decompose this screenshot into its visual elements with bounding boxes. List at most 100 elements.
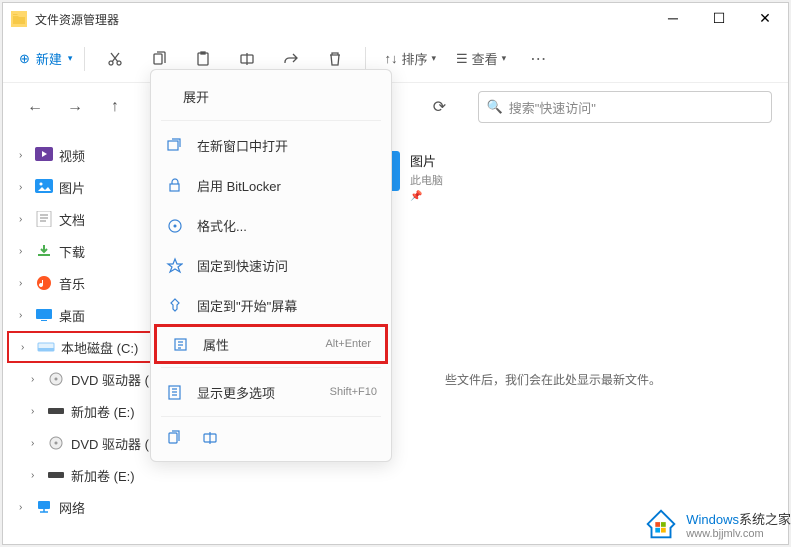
maximize-button[interactable]: ☐ xyxy=(696,3,742,33)
chevron-right-icon: › xyxy=(19,214,29,225)
sidebar-label: 音乐 xyxy=(59,274,85,293)
picture-icon xyxy=(35,179,53,195)
sidebar-label: DVD 驱动器 ( xyxy=(71,370,149,389)
separator xyxy=(161,367,381,368)
toolbar: ⊕ 新建 ▾ ↑↓ 排序 ▾ ☰ 查看 ▾ ⋯ xyxy=(3,35,788,83)
copy-icon[interactable] xyxy=(165,429,183,447)
chevron-right-icon: › xyxy=(19,310,29,321)
more-button[interactable]: ⋯ xyxy=(520,41,556,77)
doc-icon xyxy=(35,211,53,227)
ctx-item-star[interactable]: 固定到快速访问 xyxy=(151,245,391,285)
star-icon xyxy=(165,256,183,274)
context-menu: 展开在新窗口中打开启用 BitLocker 格式化... 固定到快速访问固定到"开始… xyxy=(150,69,392,462)
pin-icon: 📌 xyxy=(410,191,443,202)
sidebar-label: 本地磁盘 (C:) xyxy=(61,338,138,357)
sidebar-label: 新加卷 (E:) xyxy=(71,402,135,421)
dvd-icon xyxy=(47,371,65,387)
dvd-icon xyxy=(47,435,65,451)
music-icon xyxy=(35,275,53,291)
separator xyxy=(161,416,381,417)
view-icon: ☰ xyxy=(456,51,468,67)
open-new-icon xyxy=(165,136,183,154)
folder-name: 图片 xyxy=(410,151,443,170)
disk-icon xyxy=(37,339,55,355)
cut-button[interactable] xyxy=(97,41,133,77)
plus-icon: ⊕ xyxy=(19,51,30,67)
more-icon xyxy=(165,383,183,401)
rename-icon[interactable] xyxy=(201,429,219,447)
view-button[interactable]: ☰ 查看 ▾ xyxy=(450,49,512,68)
chevron-right-icon: › xyxy=(31,374,41,385)
folder-sub: 此电脑 xyxy=(410,172,443,188)
sidebar-item-11[interactable]: › 网络 xyxy=(7,491,183,523)
chevron-down-icon: ▾ xyxy=(68,53,73,64)
sort-button[interactable]: ↑↓ 排序 ▾ xyxy=(378,49,442,68)
download-icon xyxy=(35,243,53,259)
chevron-right-icon: › xyxy=(19,502,29,513)
window-controls: ─ ☐ ✕ xyxy=(650,3,788,33)
props-icon xyxy=(171,335,189,353)
chevron-right-icon: › xyxy=(21,342,31,353)
chevron-right-icon: › xyxy=(31,406,41,417)
titlebar: 文件资源管理器 ─ ☐ ✕ xyxy=(3,3,788,35)
ctx-label: 显示更多选项 xyxy=(197,383,275,402)
chevron-right-icon: › xyxy=(31,438,41,449)
video-icon xyxy=(35,147,53,163)
back-button[interactable]: ← xyxy=(19,91,51,123)
disk2-icon xyxy=(47,403,65,419)
app-icon xyxy=(11,11,27,27)
sidebar-label: 桌面 xyxy=(59,306,85,325)
separator xyxy=(84,47,85,71)
format-icon xyxy=(165,216,183,234)
sidebar-label: 视频 xyxy=(59,146,85,165)
ctx-item-more[interactable]: 显示更多选项 Shift+F10 xyxy=(151,372,391,412)
ctx-item-expand[interactable]: 展开 xyxy=(151,76,391,116)
watermark: Windows系统之家 www.bjjmlv.com xyxy=(642,505,791,543)
close-button[interactable]: ✕ xyxy=(742,3,788,33)
explorer-window: 文件资源管理器 ─ ☐ ✕ ⊕ 新建 ▾ ↑↓ 排序 ▾ ☰ 查看 ▾ ⋯ xyxy=(2,2,789,545)
windows-logo-icon xyxy=(642,505,680,543)
refresh-button[interactable]: ⟳ xyxy=(424,91,456,123)
sidebar-label: 文档 xyxy=(59,210,85,229)
separator xyxy=(161,120,381,121)
ctx-item-lock[interactable]: 启用 BitLocker xyxy=(151,165,391,205)
sort-icon: ↑↓ xyxy=(384,51,397,66)
ctx-item-props[interactable]: 属性 Alt+Enter xyxy=(154,324,388,364)
separator xyxy=(365,47,366,71)
ctx-label: 属性 xyxy=(203,335,229,354)
up-button[interactable]: ↑ xyxy=(99,91,131,123)
forward-button[interactable]: → xyxy=(59,91,91,123)
network-icon xyxy=(35,499,53,515)
ctx-item-pin[interactable]: 固定到"开始"屏幕 xyxy=(151,285,391,325)
empty-hint: 些文件后，我们会在此处显示最新文件。 xyxy=(445,371,661,388)
sidebar-label: 新加卷 (E:) xyxy=(71,466,135,485)
pin-icon xyxy=(165,296,183,314)
search-icon: 🔍 xyxy=(487,99,503,115)
lock-icon xyxy=(165,176,183,194)
navbar: ← → ↑ ⟳ 🔍 搜索"快速访问" xyxy=(3,83,788,131)
ctx-label: 固定到快速访问 xyxy=(197,256,288,275)
ctx-shortcut: Shift+F10 xyxy=(330,386,377,398)
minimize-button[interactable]: ─ xyxy=(650,3,696,33)
sidebar-label: 图片 xyxy=(59,178,85,197)
chevron-right-icon: › xyxy=(31,470,41,481)
chevron-right-icon: › xyxy=(19,278,29,289)
ctx-label: 格式化... xyxy=(197,216,247,235)
chevron-right-icon: › xyxy=(19,246,29,257)
sidebar-item-10[interactable]: › 新加卷 (E:) xyxy=(7,459,183,491)
ctx-item-format[interactable]: 格式化... xyxy=(151,205,391,245)
ctx-label: 在新窗口中打开 xyxy=(197,136,288,155)
chevron-right-icon: › xyxy=(19,150,29,161)
ctx-label: 展开 xyxy=(183,87,209,106)
desktop-icon xyxy=(35,307,53,323)
ctx-shortcut: Alt+Enter xyxy=(325,338,371,350)
ctx-bottom-row xyxy=(151,421,391,455)
sidebar-label: 下载 xyxy=(59,242,85,261)
search-input[interactable]: 🔍 搜索"快速访问" xyxy=(478,91,773,123)
ctx-item-open-new[interactable]: 在新窗口中打开 xyxy=(151,125,391,165)
chevron-right-icon: › xyxy=(19,182,29,193)
new-button[interactable]: ⊕ 新建 ▾ xyxy=(19,49,72,68)
ctx-label: 启用 BitLocker xyxy=(197,176,281,195)
sidebar-label: 网络 xyxy=(59,498,85,517)
disk2-icon xyxy=(47,467,65,483)
